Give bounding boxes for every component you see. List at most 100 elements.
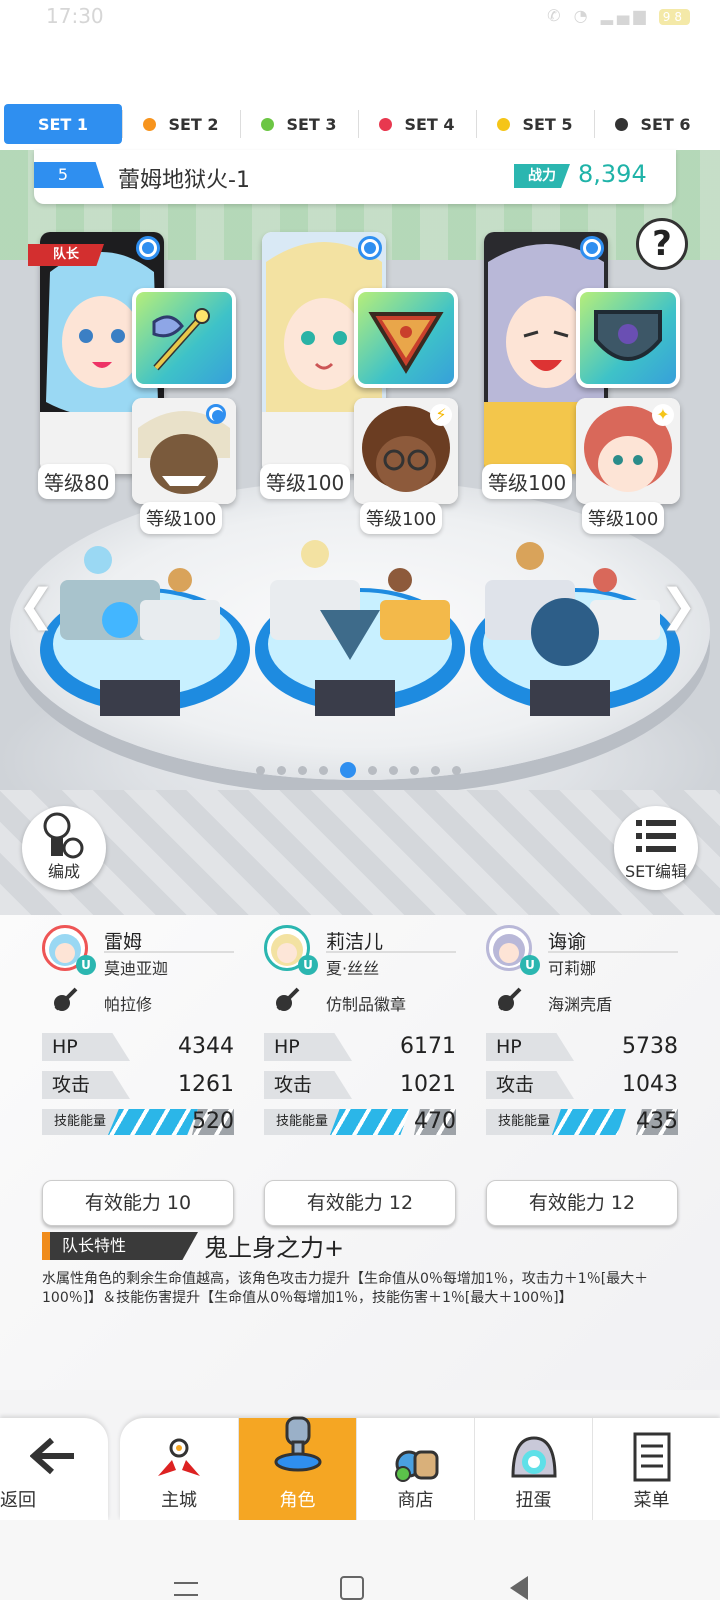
stage-pads bbox=[40, 540, 680, 716]
page-dot[interactable] bbox=[298, 765, 307, 775]
weapon-slot-icon bbox=[498, 987, 522, 1011]
hero-level: 等级100 bbox=[482, 464, 573, 499]
back-button[interactable]: 返回 bbox=[0, 1418, 108, 1520]
weapon-slot-icon bbox=[276, 987, 300, 1011]
effective-ability-button[interactable]: 有效能力 12 bbox=[264, 1180, 456, 1226]
hero-name: 诲谕 bbox=[548, 931, 587, 953]
energy-bar bbox=[330, 1109, 410, 1135]
leader-skill-description: 水属性角色的剩余生命值越高，该角色攻击力提升【生命值从0％每增加1％，攻击力＋1… bbox=[42, 1271, 649, 1306]
formation-label: 编成 bbox=[47, 862, 80, 881]
leader-badge: 队长 bbox=[28, 244, 104, 266]
tab-label: SET 3 bbox=[286, 114, 337, 134]
prev-arrow-icon[interactable]: ❮ bbox=[18, 580, 55, 631]
team-bar[interactable]: 5 蕾姆地狱火-1 战力 8,394 bbox=[34, 150, 676, 204]
tab-set-6[interactable]: SET 6 bbox=[594, 104, 712, 144]
select-indicator-icon bbox=[580, 236, 604, 260]
tab-set-4[interactable]: SET 4 bbox=[358, 104, 476, 144]
page-dot[interactable] bbox=[431, 765, 440, 775]
header-area bbox=[0, 34, 720, 98]
nav-menu[interactable]: 菜单 bbox=[592, 1418, 710, 1520]
page-dot[interactable] bbox=[452, 765, 461, 775]
element-icon: U bbox=[76, 955, 96, 975]
divider bbox=[104, 951, 234, 953]
set-color-dot bbox=[143, 117, 157, 131]
formation-button[interactable]: 编成 bbox=[22, 806, 106, 890]
tab-label: SET 6 bbox=[640, 114, 691, 134]
leader-skill-name: 鬼上身之力+ bbox=[204, 1234, 345, 1262]
weapon-name: 海渊壳盾 bbox=[548, 995, 613, 1014]
select-indicator-icon bbox=[206, 404, 226, 424]
tab-label: SET 5 bbox=[522, 114, 573, 134]
nav-hero[interactable]: 角色 bbox=[238, 1416, 356, 1520]
select-indicator-icon bbox=[358, 236, 382, 260]
support-level: 等级100 bbox=[582, 502, 665, 534]
tab-set-2[interactable]: SET 2 bbox=[122, 104, 240, 144]
set-color-dot bbox=[615, 117, 629, 131]
shop-icon bbox=[395, 1450, 439, 1482]
page-dot[interactable] bbox=[256, 765, 265, 775]
page-dot-active[interactable] bbox=[340, 762, 356, 778]
shell-shield-icon[interactable] bbox=[576, 288, 680, 388]
hero-costume: 莫迪亚迦 bbox=[104, 959, 169, 978]
page-dot[interactable] bbox=[277, 765, 286, 775]
page-dot[interactable] bbox=[389, 765, 398, 775]
team-number: 5 bbox=[34, 162, 104, 188]
nav-label: 角色 bbox=[279, 1490, 316, 1511]
atk-row: 攻击 1261 bbox=[42, 1071, 234, 1099]
nav-castle[interactable]: 主城 bbox=[120, 1418, 238, 1520]
sparkle-icon: ✦ bbox=[652, 404, 674, 426]
divider bbox=[548, 951, 678, 953]
nav-gacha[interactable]: 扭蛋 bbox=[474, 1418, 592, 1520]
weapon-name: 仿制品徽章 bbox=[326, 995, 407, 1014]
hero-level: 等级80 bbox=[38, 464, 116, 499]
next-arrow-icon[interactable]: ❯ bbox=[660, 580, 697, 631]
set-edit-button[interactable]: SET编辑 bbox=[614, 806, 698, 890]
set-color-dot bbox=[497, 117, 511, 131]
battery-icon: 98 bbox=[658, 9, 690, 25]
effective-ability-button[interactable]: 有效能力 10 bbox=[42, 1180, 234, 1226]
shield-emblem-icon[interactable] bbox=[354, 288, 458, 388]
hero-costume: 可莉娜 bbox=[548, 959, 597, 978]
element-icon: U bbox=[298, 955, 318, 975]
page-dot[interactable] bbox=[410, 765, 419, 775]
page-dot[interactable] bbox=[368, 765, 377, 775]
atk-row: 攻击 1021 bbox=[264, 1071, 456, 1099]
formation-icon bbox=[43, 812, 84, 859]
leader-skill-label: 队长特性 bbox=[42, 1232, 198, 1260]
nav-label: 菜单 bbox=[633, 1490, 670, 1511]
energy-row: 技能能量 520 bbox=[42, 1109, 234, 1135]
back-nav-icon[interactable] bbox=[510, 1576, 528, 1600]
hp-row: HP 5738 bbox=[486, 1033, 678, 1061]
tab-set-1[interactable]: SET 1 bbox=[4, 104, 122, 144]
energy-value: 520 bbox=[192, 1109, 234, 1134]
hero-name: 莉洁儿 bbox=[326, 931, 384, 953]
home-icon[interactable] bbox=[340, 1576, 364, 1600]
set-tabs: SET 1 SET 2 SET 3 SET 4 SET 5 SET 6 bbox=[0, 98, 720, 150]
hp-label: HP bbox=[264, 1033, 352, 1061]
atk-value: 1261 bbox=[178, 1072, 234, 1097]
energy-bar bbox=[552, 1109, 626, 1135]
element-icon: U bbox=[520, 955, 540, 975]
page-dot[interactable] bbox=[319, 765, 328, 775]
weapon-icon[interactable] bbox=[132, 288, 236, 388]
team-name: 蕾姆地狱火-1 bbox=[118, 168, 250, 193]
effective-ability-button[interactable]: 有效能力 12 bbox=[486, 1180, 678, 1226]
gacha-icon bbox=[511, 1436, 557, 1478]
hero-costume: 夏·丝丝 bbox=[326, 959, 380, 978]
nav-shop[interactable]: 商店 bbox=[356, 1418, 474, 1520]
tab-set-3[interactable]: SET 3 bbox=[240, 104, 358, 144]
nav-bar: 主城 角色 商店 扭蛋 菜单 bbox=[120, 1416, 720, 1520]
hero-name: 雷姆 bbox=[104, 931, 143, 953]
lightning-icon: ⚡ bbox=[430, 404, 452, 426]
atk-value: 1021 bbox=[400, 1072, 456, 1097]
energy-row: 技能能量 470 bbox=[264, 1109, 456, 1135]
hp-value: 5738 bbox=[622, 1034, 678, 1059]
stats-panel bbox=[0, 915, 720, 1390]
system-nav-bar bbox=[0, 1520, 720, 1600]
floor-tiles bbox=[0, 790, 720, 915]
energy-value: 435 bbox=[636, 1109, 678, 1134]
nav-label: 商店 bbox=[397, 1490, 434, 1511]
recent-apps-icon[interactable] bbox=[174, 1582, 198, 1596]
help-button[interactable]: ? bbox=[636, 218, 688, 270]
tab-set-5[interactable]: SET 5 bbox=[476, 104, 594, 144]
